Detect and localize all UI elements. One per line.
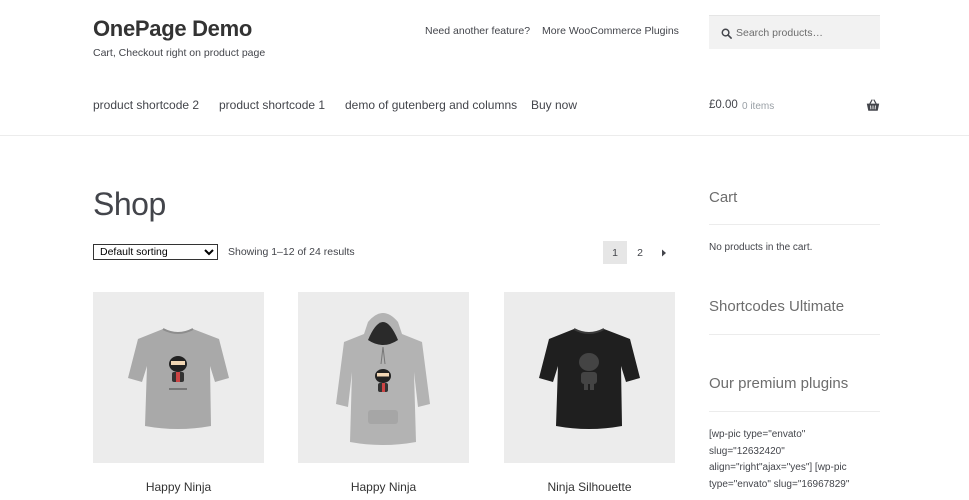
site-tagline: Cart, Checkout right on product page bbox=[93, 47, 266, 59]
product-image-ninja-silhouette[interactable] bbox=[504, 292, 675, 463]
search-icon bbox=[721, 28, 732, 39]
premium-code-line: align="right"ajax="yes"] [wp-pic bbox=[709, 462, 847, 473]
product-title-happy-ninja-hoodie[interactable]: Happy Ninja bbox=[298, 480, 469, 494]
top-link-need-feature[interactable]: Need another feature? bbox=[425, 25, 530, 37]
pagination-next-button[interactable] bbox=[652, 241, 676, 264]
product-title-ninja-silhouette[interactable]: Ninja Silhouette bbox=[504, 480, 675, 494]
pagination-page-2[interactable]: 2 bbox=[628, 241, 652, 264]
header-cart-count[interactable]: 0 items bbox=[742, 101, 774, 112]
header-cart-total[interactable]: £0.00 bbox=[709, 99, 738, 111]
product-image-happy-ninja-tshirt[interactable] bbox=[93, 292, 264, 463]
premium-code-line: [wp-pic type="envato" bbox=[709, 429, 806, 440]
top-link-more-plugins[interactable]: More WooCommerce Plugins bbox=[542, 25, 679, 37]
search-input[interactable] bbox=[736, 25, 871, 41]
nav-item-product-shortcode-2[interactable]: product shortcode 2 bbox=[93, 98, 199, 112]
page-title: Shop bbox=[93, 186, 166, 222]
sort-select[interactable]: Default sorting bbox=[93, 244, 218, 260]
cart-empty-message: No products in the cart. bbox=[709, 242, 813, 253]
result-count: Showing 1–12 of 24 results bbox=[228, 246, 355, 258]
widget-divider bbox=[709, 334, 880, 335]
product-title-happy-ninja-tshirt[interactable]: Happy Ninja bbox=[93, 480, 264, 494]
nav-item-gutenberg-demo[interactable]: demo of gutenberg and columns bbox=[345, 98, 517, 112]
pagination-page-1: 1 bbox=[603, 241, 627, 264]
widget-title-shortcodes: Shortcodes Ultimate bbox=[709, 298, 845, 315]
widget-divider bbox=[709, 224, 880, 225]
widget-title-premium-plugins: Our premium plugins bbox=[709, 375, 849, 392]
widget-title-cart: Cart bbox=[709, 189, 738, 206]
premium-code-line: type="envato" slug="16967829" bbox=[709, 479, 850, 490]
widget-divider bbox=[709, 411, 880, 412]
basket-icon[interactable] bbox=[866, 99, 880, 117]
nav-item-buy-now[interactable]: Buy now bbox=[531, 98, 577, 112]
search-box[interactable] bbox=[709, 15, 880, 49]
nav-item-product-shortcode-1[interactable]: product shortcode 1 bbox=[219, 98, 325, 112]
product-image-happy-ninja-hoodie[interactable] bbox=[298, 292, 469, 463]
premium-code-line: slug="12632420" bbox=[709, 446, 785, 457]
site-title[interactable]: OnePage Demo bbox=[93, 16, 252, 42]
header-divider bbox=[0, 135, 969, 136]
caret-right-icon bbox=[662, 249, 666, 256]
